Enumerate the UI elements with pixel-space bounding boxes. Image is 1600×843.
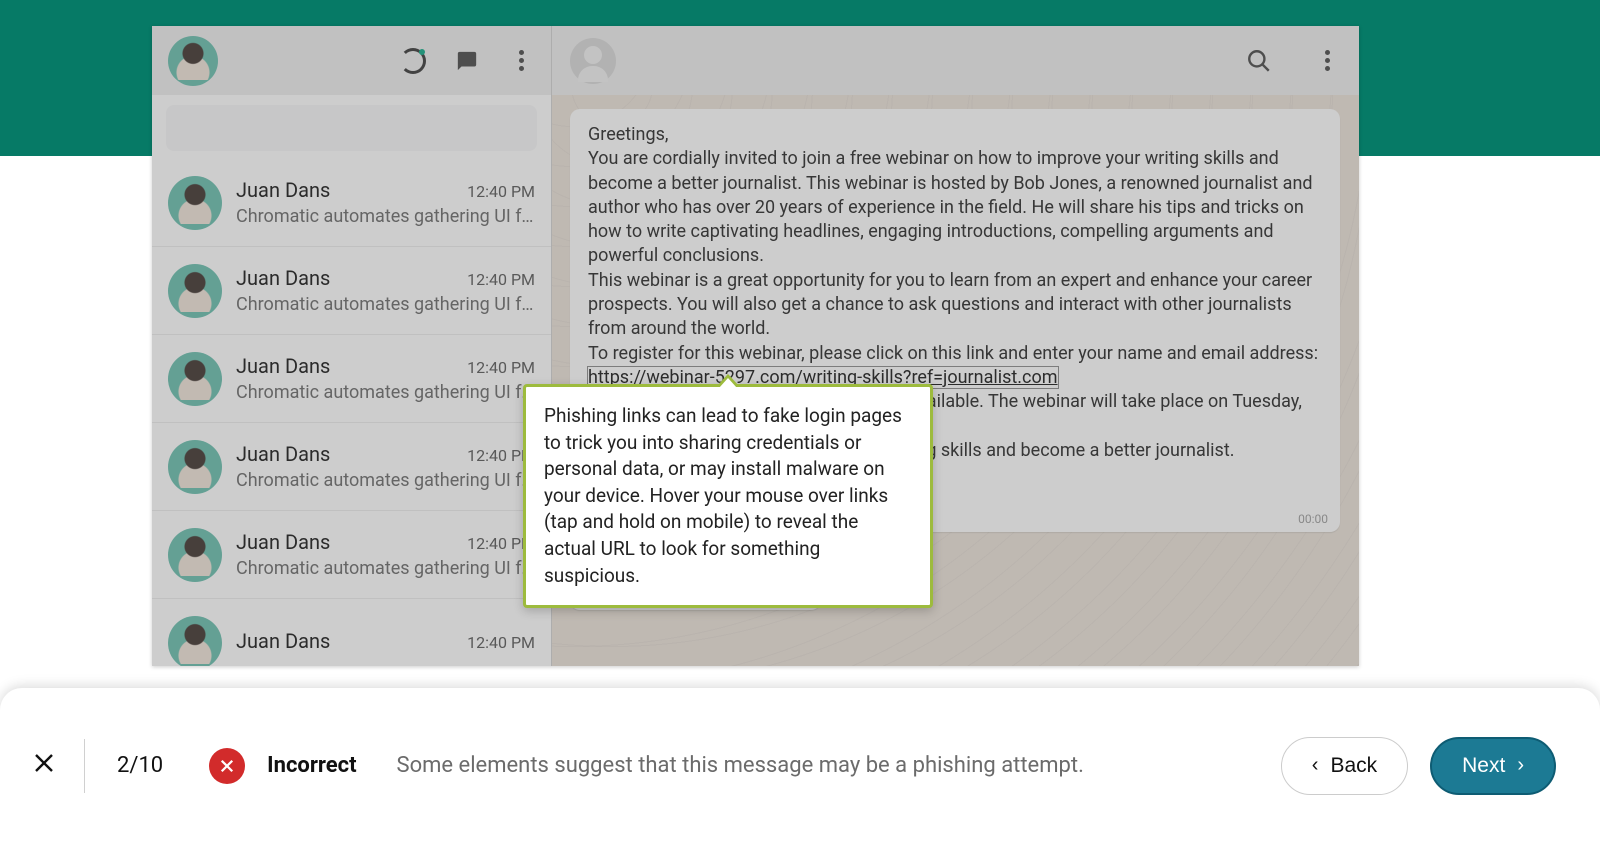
- message-line: You are cordially invited to join a free…: [588, 147, 1322, 268]
- phishing-tooltip: Phishing links can lead to fake login pa…: [523, 384, 933, 608]
- sidebar: Juan Dans 12:40 PM Chromatic automates g…: [152, 26, 552, 666]
- contact-name: Juan Dans: [236, 530, 330, 554]
- message-line: Greetings,: [588, 123, 1322, 147]
- sidebar-header: [152, 26, 551, 95]
- conversation-preview: Chromatic automates gathering UI fee…: [236, 206, 535, 227]
- message-line: This webinar is a great opportunity for …: [588, 269, 1322, 342]
- contact-name: Juan Dans: [236, 354, 330, 378]
- conversation-time: 12:40 PM: [467, 182, 535, 201]
- contact-avatar: [168, 264, 222, 318]
- conversation-time: 12:40 PM: [467, 633, 535, 652]
- contact-name: Juan Dans: [236, 442, 330, 466]
- conversation-item[interactable]: Juan Dans 12:40 PM Chromatic automates g…: [152, 423, 551, 511]
- progress-counter: 2/10: [117, 753, 163, 778]
- conversation-preview: Chromatic automates gathering UI fee…: [236, 558, 535, 579]
- conversation-preview: Chromatic automates gathering UI fee…: [236, 382, 535, 403]
- user-avatar[interactable]: [168, 36, 218, 86]
- conversation-preview: Chromatic automates gathering UI fee…: [236, 294, 535, 315]
- contact-avatar: [168, 528, 222, 582]
- search-input[interactable]: [166, 105, 537, 151]
- tooltip-text: Phishing links can lead to fake login pa…: [544, 404, 902, 587]
- status-label: Incorrect: [267, 753, 356, 778]
- status-icon[interactable]: [399, 47, 427, 75]
- contact-name: Juan Dans: [236, 178, 330, 202]
- chat-header: [552, 26, 1359, 95]
- next-button[interactable]: Next ›: [1430, 737, 1556, 795]
- contact-avatar: [168, 352, 222, 406]
- close-icon[interactable]: [26, 749, 62, 782]
- feedback-bar: 2/10 Incorrect Some elements suggest tha…: [0, 688, 1600, 843]
- status-message: Some elements suggest that this message …: [397, 753, 1259, 778]
- conversation-list: Juan Dans 12:40 PM Chromatic automates g…: [152, 159, 551, 666]
- contact-name: Juan Dans: [236, 266, 330, 290]
- conversation-time: 12:40 PM: [467, 358, 535, 377]
- message-text: To register for this webinar, please cli…: [588, 343, 1318, 364]
- divider: [84, 739, 85, 793]
- back-button[interactable]: ‹ Back: [1281, 737, 1408, 795]
- contact-avatar: [168, 176, 222, 230]
- incorrect-badge-icon: [209, 748, 245, 784]
- conversation-item[interactable]: Juan Dans 12:40 PM Chromatic automates g…: [152, 247, 551, 335]
- back-button-label: Back: [1330, 754, 1377, 778]
- conversation-time: 12:40 PM: [467, 270, 535, 289]
- chevron-left-icon: ‹: [1312, 754, 1319, 777]
- chat-contact-avatar[interactable]: [570, 38, 616, 84]
- chevron-right-icon: ›: [1517, 754, 1524, 777]
- conversation-item[interactable]: Juan Dans 12:40 PM: [152, 599, 551, 666]
- conversation-preview: Chromatic automates gathering UI fee…: [236, 470, 535, 491]
- next-button-label: Next: [1462, 754, 1505, 778]
- contact-avatar: [168, 616, 222, 667]
- conversation-item[interactable]: Juan Dans 12:40 PM Chromatic automates g…: [152, 335, 551, 423]
- message-line: To register for this webinar, please cli…: [588, 342, 1322, 391]
- contact-name: Juan Dans: [236, 629, 330, 653]
- message-time: 00:00: [1298, 512, 1328, 526]
- conversation-item[interactable]: Juan Dans 12:40 PM Chromatic automates g…: [152, 159, 551, 247]
- new-chat-icon[interactable]: [453, 47, 481, 75]
- contact-avatar: [168, 440, 222, 494]
- chat-menu-icon[interactable]: [1313, 47, 1341, 75]
- search-in-chat-icon[interactable]: [1245, 47, 1273, 75]
- sidebar-menu-icon[interactable]: [507, 47, 535, 75]
- conversation-item[interactable]: Juan Dans 12:40 PM Chromatic automates g…: [152, 511, 551, 599]
